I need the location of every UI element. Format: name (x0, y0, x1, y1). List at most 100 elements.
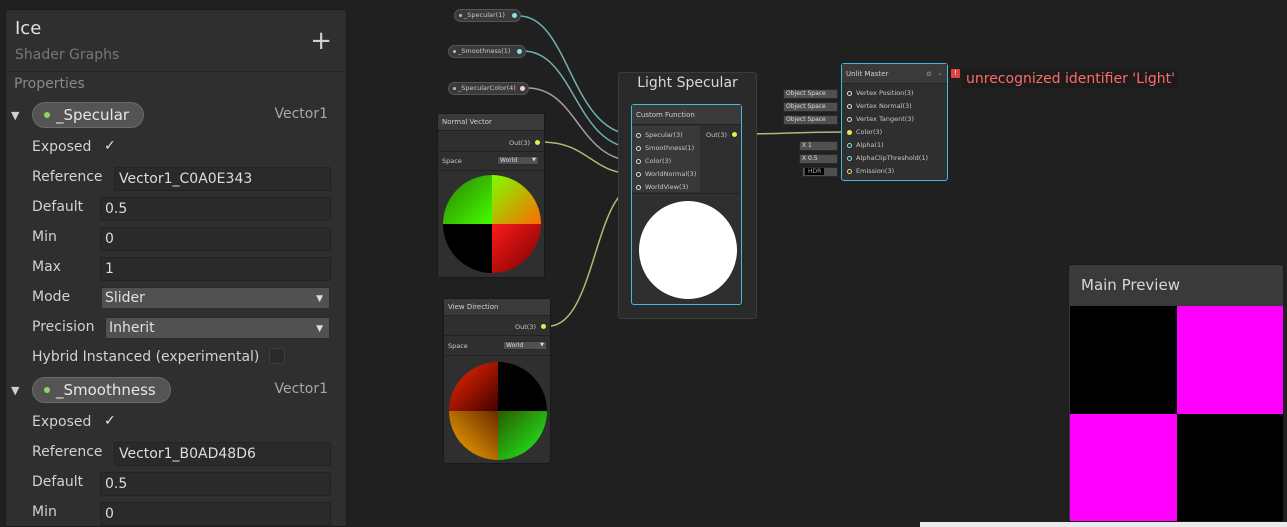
property-name: _Specular (56, 106, 130, 124)
space-value: Object Space (786, 90, 826, 97)
input-port[interactable] (847, 117, 852, 122)
output-port[interactable] (512, 13, 517, 18)
vertex-position-space-dropdown[interactable]: Object Space (783, 89, 838, 99)
input-port[interactable] (847, 104, 852, 109)
property-pill-smoothness[interactable]: _Smoothness (32, 377, 171, 403)
output-label: Out(3) (509, 139, 530, 147)
reference-field[interactable]: Vector1_C0A0E343 (114, 167, 331, 191)
preview-checker-cell (1070, 306, 1177, 414)
divider (438, 170, 544, 171)
chevron-down-icon[interactable]: ▼ (11, 384, 19, 397)
exposed-label: Exposed (32, 414, 92, 430)
divider (438, 151, 544, 152)
exposed-checkbox[interactable]: ✓ (104, 138, 116, 154)
input-port[interactable] (847, 130, 852, 135)
property-node-label: _Smoothness(1) (458, 47, 511, 55)
unlit-master-node[interactable]: Unlit Master ⚙ ⌄ Vertex Position(3) Vert… (841, 63, 948, 181)
input-port-smoothness[interactable] (636, 146, 641, 151)
input-port-world-normal[interactable] (636, 172, 641, 177)
input-port[interactable] (847, 156, 852, 161)
min-field[interactable]: 0 (100, 502, 331, 526)
graph-path: Shader Graphs (15, 47, 120, 63)
output-port[interactable] (517, 49, 522, 54)
hdr-label: HDR (805, 168, 825, 175)
input-port[interactable] (847, 169, 852, 174)
view-direction-node[interactable]: View Direction Out(3) Space World ▼ (443, 298, 551, 464)
output-port[interactable] (541, 324, 546, 329)
min-label: Min (32, 229, 57, 245)
hybrid-instanced-checkbox[interactable] (269, 348, 285, 364)
view-direction-preview (449, 362, 547, 460)
preview-checker-cell (1070, 414, 1177, 521)
input-port[interactable] (847, 143, 852, 148)
properties-section-label: Properties (14, 76, 85, 92)
divider (444, 355, 550, 356)
input-label: WorldView(3) (645, 183, 689, 191)
port-label: Emission(3) (856, 167, 895, 175)
emission-color-input[interactable]: HDR (802, 167, 838, 177)
add-property-button[interactable]: + (310, 28, 332, 54)
vertex-normal-space-dropdown[interactable]: Object Space (783, 102, 838, 112)
node-title: Custom Function (632, 105, 741, 125)
input-label: Smoothness(1) (645, 144, 695, 152)
min-field[interactable]: 0 (100, 227, 331, 251)
bottom-bar (920, 522, 1287, 527)
chevron-down-icon[interactable]: ▼ (11, 109, 19, 122)
output-port[interactable] (520, 86, 525, 91)
property-node-specular[interactable]: _Specular(1) (454, 9, 521, 22)
property-type: Vector1 (274, 381, 328, 397)
space-dropdown[interactable]: World ▼ (503, 341, 547, 350)
clip-value: 0.5 (808, 155, 818, 162)
divider (444, 335, 550, 336)
input-port[interactable] (847, 91, 852, 96)
max-field[interactable]: 1 (100, 257, 331, 281)
precision-dropdown[interactable]: Inherit ▼ (105, 317, 330, 339)
output-port[interactable] (732, 132, 737, 137)
node-title: Normal Vector (438, 114, 544, 131)
main-preview-canvas[interactable] (1070, 306, 1283, 521)
property-node-smoothness[interactable]: _Smoothness(1) (448, 45, 526, 58)
output-port[interactable] (535, 140, 540, 145)
output-label: Out(3) (706, 131, 727, 139)
gear-icon[interactable]: ⚙ (926, 70, 932, 78)
input-label: WorldNormal(3) (645, 170, 697, 178)
space-value: Object Space (786, 103, 826, 110)
space-value: World (506, 342, 524, 349)
default-field[interactable]: 0.5 (100, 472, 331, 496)
dropdown-arrow-icon: ▼ (532, 157, 536, 163)
mode-dropdown[interactable]: Slider ▼ (101, 287, 330, 309)
custom-function-preview (639, 201, 737, 299)
property-row-smoothness: ▼ _Smoothness Vector1 (6, 377, 346, 405)
property-node-label: _Specular(1) (464, 11, 505, 19)
port-label: Vertex Position(3) (856, 89, 914, 97)
property-dot-icon (459, 14, 462, 17)
normal-vector-node[interactable]: Normal Vector Out(3) Space World ▼ (437, 113, 545, 278)
property-row-specular: ▼ _Specular Vector1 (6, 102, 346, 130)
input-port-world-view[interactable] (636, 185, 641, 190)
axis-label: X (802, 155, 807, 162)
space-value: Object Space (786, 116, 826, 123)
vertex-tangent-space-dropdown[interactable]: Object Space (783, 115, 838, 125)
property-type: Vector1 (274, 106, 328, 122)
reference-field[interactable]: Vector1_B0AD48D6 (114, 442, 331, 466)
max-label: Max (32, 259, 61, 275)
default-label: Default (32, 199, 84, 215)
main-preview-panel[interactable]: Main Preview (1068, 264, 1284, 522)
divider (632, 193, 741, 194)
precision-value: Inherit (109, 320, 155, 336)
alpha-input[interactable]: X 1 (799, 141, 838, 151)
collapse-chevron-icon[interactable]: ⌄ (937, 69, 942, 77)
alpha-clip-input[interactable]: X 0.5 (799, 154, 838, 164)
input-port-specular[interactable] (636, 133, 641, 138)
space-dropdown[interactable]: World ▼ (497, 156, 539, 165)
property-pill-specular[interactable]: _Specular (32, 102, 145, 128)
default-field[interactable]: 0.5 (100, 197, 331, 221)
space-value: World (500, 157, 518, 164)
port-label: Color(3) (856, 128, 883, 136)
exposed-checkbox[interactable]: ✓ (104, 413, 116, 429)
property-dot-icon (453, 87, 456, 90)
group-title[interactable]: Light Specular (619, 75, 756, 91)
input-port-color[interactable] (636, 159, 641, 164)
custom-function-node[interactable]: Custom Function Specular(3) Smoothness(1… (631, 104, 742, 305)
property-node-specular-color[interactable]: _SpecularColor(4) (448, 82, 529, 95)
